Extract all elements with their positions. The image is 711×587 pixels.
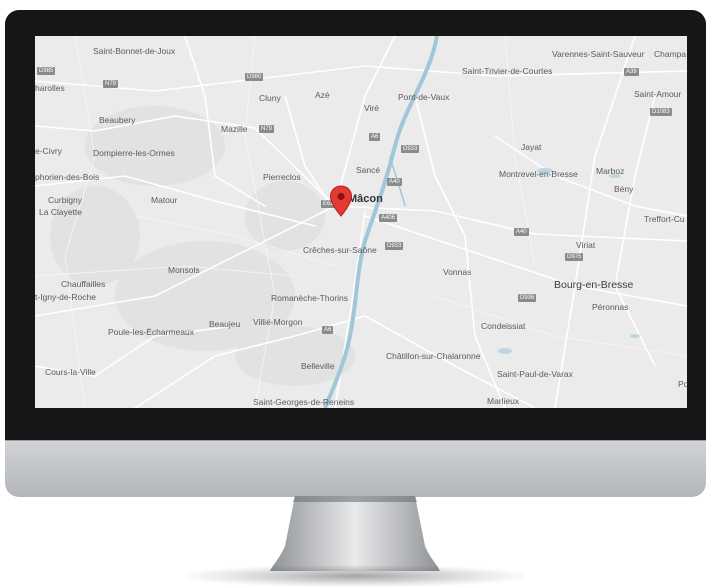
monitor: Saint-Bonnet-de-Joux harolles Beaubery e… (5, 10, 706, 497)
place-label: Bény (614, 184, 634, 194)
road-shield: D1083 (650, 108, 672, 116)
place-label: Saint-Paul-de-Varax (497, 369, 573, 379)
place-label: Pierreclos (263, 172, 301, 182)
road-shield: D933 (401, 145, 420, 153)
place-label: Mazille (221, 124, 248, 134)
place-label: Romanèche-Thorins (271, 293, 349, 303)
road-shield: A6 (369, 133, 381, 141)
place-label: Jayat (521, 142, 542, 152)
place-label: Marlieux (487, 396, 520, 406)
stand-shadow (185, 565, 525, 587)
place-label: Pont-de-Vaux (398, 92, 450, 102)
place-label: Villié-Morgon (253, 317, 303, 327)
place-label: Crêches-sur-Saône (303, 245, 377, 255)
road-shield: A40 (387, 178, 402, 186)
place-label: Dompierre-les-Ormes (93, 148, 175, 158)
place-label: t-Igny-de-Roche (35, 292, 96, 302)
place-label: Péronnas (592, 302, 629, 312)
road-shield: D933 (385, 242, 404, 250)
place-label: Varennes-Saint-Sauveur (552, 49, 645, 59)
place-label: Saint-Amour (634, 89, 682, 99)
road-shield: A40 (514, 228, 529, 236)
road-shield: D980 (245, 73, 264, 81)
monitor-chin (5, 440, 706, 497)
place-label: Monsols (168, 265, 200, 275)
place-label: Saint-Bonnet-de-Joux (93, 46, 176, 56)
place-label: La Clayette (39, 207, 82, 217)
place-label-macon: Mâcon (348, 193, 383, 205)
place-label: Belleville (301, 361, 335, 371)
place-label: Matour (151, 195, 178, 205)
place-label: Champa (654, 49, 687, 59)
place-label: Vonnas (443, 267, 472, 277)
monitor-stand (270, 496, 440, 571)
place-label: e-Civry (35, 146, 62, 156)
road-shield: A39 (624, 68, 639, 76)
place-label: Cluny (259, 93, 281, 103)
map-canvas[interactable] (35, 36, 687, 408)
location-pin-icon[interactable] (329, 185, 353, 217)
road-shield: D985 (37, 67, 56, 75)
place-label: Montrevel-en-Bresse (499, 169, 578, 179)
place-label: Châtillon-sur-Chalaronne (386, 351, 481, 361)
road-shield: D975 (565, 253, 584, 261)
place-label: Viré (364, 103, 379, 113)
road-shield: A406 (379, 214, 398, 222)
place-label: Po (678, 379, 687, 389)
place-label: harolles (35, 83, 65, 93)
place-label: Bourg-en-Bresse (554, 279, 634, 291)
monitor-bezel: Saint-Bonnet-de-Joux harolles Beaubery e… (5, 10, 706, 440)
map-screen[interactable]: Saint-Bonnet-de-Joux harolles Beaubery e… (35, 36, 687, 408)
place-label: Curbigny (48, 195, 83, 205)
place-label: Chauffailles (61, 279, 106, 289)
place-label: Poule-les-Écharmeaux (108, 327, 194, 337)
place-label: Sancé (356, 165, 381, 175)
place-label: Saint-Georges-de-Reneins (253, 397, 355, 407)
road-shield: A6 (322, 326, 334, 334)
place-label: Viriat (576, 240, 596, 250)
place-label: Azé (315, 90, 330, 100)
place-label: Saint-Trivier-de-Courtes (462, 66, 553, 76)
place-label: Marboz (596, 166, 625, 176)
place-label: phorien-des-Bois (35, 172, 100, 182)
road-shield: N79 (259, 125, 275, 133)
place-label: Cours-la-Ville (45, 367, 96, 377)
place-label: Beaubery (99, 115, 136, 125)
place-label: Beaujeu (209, 319, 241, 329)
road-shield: N79 (103, 80, 119, 88)
place-label: Treffort-Cu (644, 214, 685, 224)
place-label: Condeissiat (481, 321, 526, 331)
road-shield: D936 (518, 294, 537, 302)
